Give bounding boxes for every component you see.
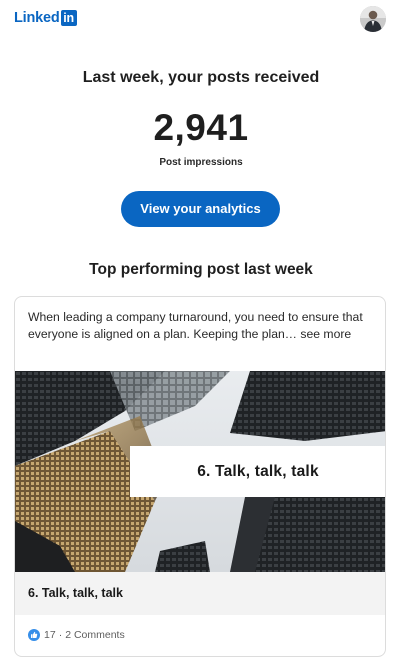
thumbs-up-icon — [28, 629, 40, 641]
footer-separator: · — [58, 629, 63, 641]
logo-in-box: in — [60, 10, 77, 26]
avatar-icon — [360, 6, 386, 32]
post-caption-bar[interactable]: 6. Talk, talk, talk — [15, 572, 385, 615]
section-title: Top performing post last week — [89, 261, 313, 278]
reaction-count: 17 — [44, 629, 56, 641]
view-analytics-button[interactable]: View your analytics — [121, 191, 280, 227]
post-engagement[interactable]: 17 · 2 Comments — [28, 628, 125, 642]
image-overlay-card: 6. Talk, talk, talk — [130, 446, 385, 497]
post-image[interactable]: 6. Talk, talk, talk — [15, 371, 385, 572]
logo-wordmark: Linked — [14, 10, 60, 26]
profile-avatar[interactable] — [360, 6, 386, 32]
post-text[interactable]: When leading a company turnaround, you n… — [28, 309, 374, 343]
top-post-card[interactable]: When leading a company turnaround, you n… — [14, 296, 386, 657]
linkedin-logo[interactable]: Linked in — [14, 10, 77, 26]
summary-headline: Last week, your posts received — [82, 69, 320, 86]
impressions-label: Post impressions — [159, 157, 243, 168]
comment-count[interactable]: 2 Comments — [65, 629, 125, 641]
impressions-count: 2,941 — [153, 107, 249, 148]
email-header: Linked in — [0, 0, 402, 40]
post-caption: 6. Talk, talk, talk — [28, 586, 123, 600]
image-overlay-title: 6. Talk, talk, talk — [197, 462, 319, 480]
